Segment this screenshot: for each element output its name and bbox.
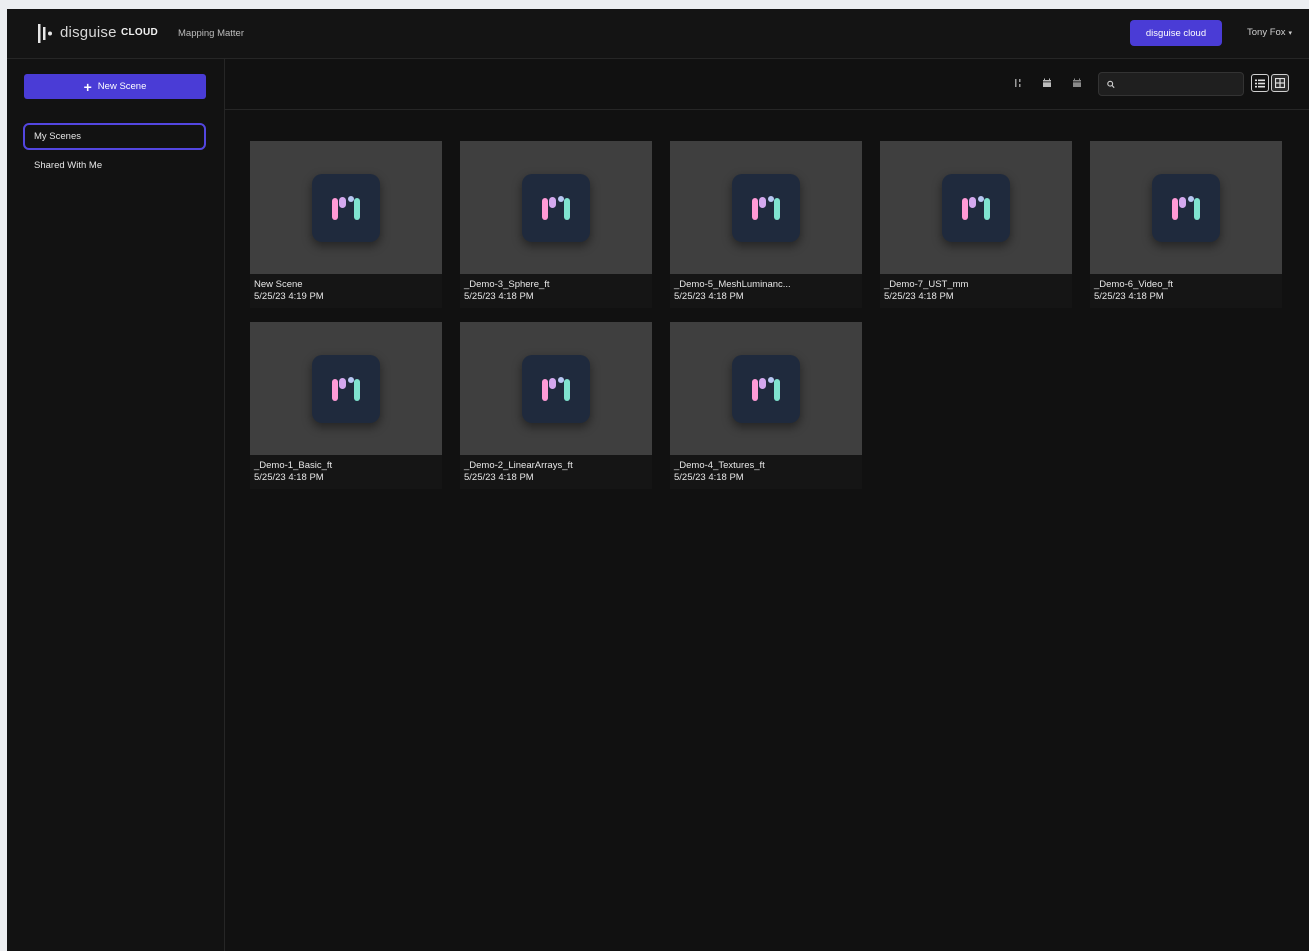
scene-thumbnail[interactable] xyxy=(670,141,862,274)
new-scene-button[interactable]: + New Scene xyxy=(24,74,206,99)
top-bar: disguise CLOUD Mapping Matter disguise c… xyxy=(7,9,1309,59)
new-scene-label: New Scene xyxy=(97,81,147,92)
brand-name: disguise xyxy=(60,24,117,41)
mapping-matter-app-icon xyxy=(732,354,800,423)
scene-thumbnail[interactable] xyxy=(880,141,1072,274)
scene-name: New Scene xyxy=(254,279,303,290)
mapping-matter-app-icon xyxy=(732,173,800,242)
disguise-logo-icon xyxy=(38,24,52,43)
grid-view-button[interactable] xyxy=(1271,74,1289,92)
scene-card[interactable]: _Demo-4_Textures_ft 5/25/23 4:18 PM xyxy=(670,322,862,489)
scene-date: 5/25/23 4:18 PM xyxy=(464,291,534,302)
scene-card[interactable]: _Demo-7_UST_mm 5/25/23 4:18 PM xyxy=(880,141,1072,308)
scene-thumbnail[interactable] xyxy=(250,322,442,455)
scene-name: _Demo-5_MeshLuminanc... xyxy=(674,279,791,290)
disguise-cloud-button[interactable]: disguise cloud xyxy=(1130,20,1222,46)
scene-thumbnail[interactable] xyxy=(460,322,652,455)
toolbar xyxy=(225,59,1309,110)
chevron-down-icon: ▾ xyxy=(1288,30,1293,37)
scene-name: _Demo-3_Sphere_ft xyxy=(464,279,550,290)
scene-name: _Demo-4_Textures_ft xyxy=(674,460,765,471)
mapping-matter-app-icon xyxy=(312,173,380,242)
scene-thumbnail[interactable] xyxy=(670,322,862,455)
sidebar: + New Scene My Scenes Shared With Me xyxy=(7,59,225,951)
calendar-alt-icon[interactable] xyxy=(1072,78,1082,88)
scene-thumbnail[interactable] xyxy=(250,141,442,274)
scene-grid: New Scene 5/25/23 4:19 PM _Demo-3_Sphere… xyxy=(250,141,1290,489)
app-window: disguise CLOUD Mapping Matter disguise c… xyxy=(7,9,1309,951)
view-toggle xyxy=(1251,74,1289,92)
scene-card[interactable]: New Scene 5/25/23 4:19 PM xyxy=(250,141,442,308)
scene-card[interactable]: _Demo-2_LinearArrays_ft 5/25/23 4:18 PM xyxy=(460,322,652,489)
user-name: Tony Fox xyxy=(1247,27,1286,38)
scene-name: _Demo-1_Basic_ft xyxy=(254,460,333,471)
calendar-icon[interactable] xyxy=(1042,78,1052,88)
scene-date: 5/25/23 4:18 PM xyxy=(1094,291,1164,302)
scene-date: 5/25/23 4:18 PM xyxy=(674,472,744,483)
scene-date: 5/25/23 4:19 PM xyxy=(254,291,324,302)
scene-name: _Demo-7_UST_mm xyxy=(884,279,969,290)
scene-card[interactable]: _Demo-1_Basic_ft 5/25/23 4:18 PM xyxy=(250,322,442,489)
sidebar-item-label: My Scenes xyxy=(34,131,81,142)
mapping-matter-app-icon xyxy=(522,173,590,242)
brand-suffix: CLOUD xyxy=(121,27,159,38)
sidebar-item-my-scenes[interactable]: My Scenes xyxy=(23,123,206,150)
scene-thumbnail[interactable] xyxy=(1090,141,1282,274)
scene-name: _Demo-2_LinearArrays_ft xyxy=(464,460,573,471)
project-name[interactable]: Mapping Matter xyxy=(178,27,244,40)
mapping-matter-app-icon xyxy=(1152,173,1220,242)
scene-card[interactable]: _Demo-6_Video_ft 5/25/23 4:18 PM xyxy=(1090,141,1282,308)
scene-name: _Demo-6_Video_ft xyxy=(1094,279,1174,290)
scene-card[interactable]: _Demo-3_Sphere_ft 5/25/23 4:18 PM xyxy=(460,141,652,308)
user-menu[interactable]: Tony Fox ▾ xyxy=(1247,26,1292,40)
sort-icon[interactable] xyxy=(1014,78,1024,88)
scene-thumbnail[interactable] xyxy=(460,141,652,274)
scene-card[interactable]: _Demo-5_MeshLuminanc... 5/25/23 4:18 PM xyxy=(670,141,862,308)
search-icon xyxy=(1107,80,1115,88)
search-box[interactable] xyxy=(1098,72,1244,96)
mapping-matter-app-icon xyxy=(522,354,590,423)
search-input[interactable] xyxy=(1119,77,1243,91)
mapping-matter-app-icon xyxy=(312,354,380,423)
mapping-matter-app-icon xyxy=(942,173,1010,242)
scene-date: 5/25/23 4:18 PM xyxy=(464,472,534,483)
plus-icon: + xyxy=(83,78,92,95)
sidebar-item-label: Shared With Me xyxy=(34,160,103,171)
list-view-button[interactable] xyxy=(1251,74,1269,92)
scene-date: 5/25/23 4:18 PM xyxy=(674,291,744,302)
scene-date: 5/25/23 4:18 PM xyxy=(884,291,954,302)
sidebar-item-shared-with-me[interactable]: Shared With Me xyxy=(23,154,202,177)
grid-view-icon xyxy=(1275,78,1285,88)
list-view-icon xyxy=(1255,79,1265,87)
scene-date: 5/25/23 4:18 PM xyxy=(254,472,324,483)
